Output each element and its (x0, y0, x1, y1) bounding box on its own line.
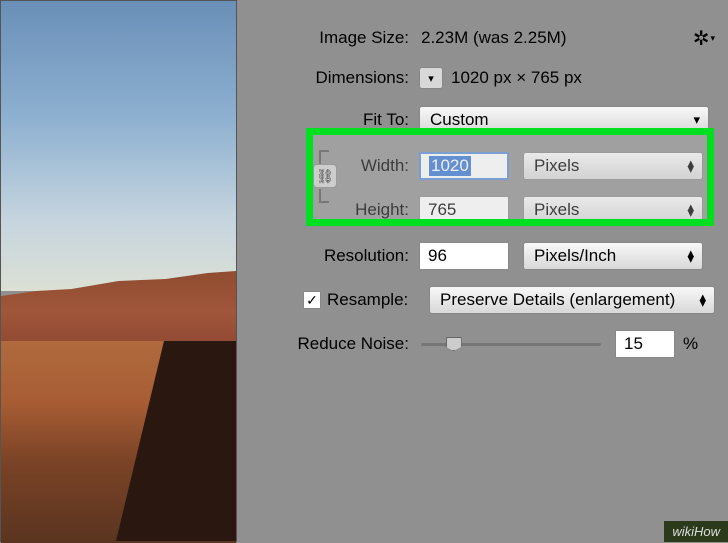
resample-label: Resample: (327, 290, 423, 310)
resolution-label: Resolution: (237, 246, 409, 266)
image-preview (0, 0, 237, 542)
dimensions-label: Dimensions: (237, 68, 409, 88)
width-unit-select[interactable]: Pixels (523, 152, 703, 180)
resolution-unit-select[interactable]: Pixels/Inch (523, 242, 703, 270)
image-size-value: 2.23M (was 2.25M) (421, 28, 567, 48)
fit-to-value: Custom (430, 110, 489, 130)
settings-gear-icon[interactable]: ✲ (693, 26, 714, 51)
image-size-label: Image Size: (237, 28, 409, 48)
dimensions-unit-dropdown[interactable]: ▾ (419, 67, 443, 89)
link-bracket-icon (319, 189, 329, 203)
width-value: 1020 (429, 156, 471, 176)
resolution-input[interactable]: 96 (419, 242, 509, 270)
reduce-noise-slider[interactable] (421, 334, 601, 354)
height-unit-select[interactable]: Pixels (523, 196, 703, 224)
percent-label: % (683, 334, 698, 354)
fit-to-label: Fit To: (237, 110, 409, 130)
link-bracket-icon (319, 150, 329, 164)
fit-to-select[interactable]: Custom (419, 106, 709, 134)
reduce-noise-label: Reduce Noise: (237, 334, 409, 354)
dimensions-value: 1020 px × 765 px (451, 68, 582, 88)
height-label: Height: (237, 200, 409, 220)
width-input[interactable]: 1020 (419, 152, 509, 180)
resample-checkbox[interactable]: ✓ (303, 291, 321, 309)
height-value: 765 (428, 200, 456, 220)
height-input[interactable]: 765 (419, 196, 509, 224)
watermark: wikiHow (664, 521, 728, 542)
resample-select[interactable]: Preserve Details (enlargement) (429, 286, 715, 314)
image-size-panel: ✲ Image Size: 2.23M (was 2.25M) Dimensio… (237, 0, 728, 542)
reduce-noise-input[interactable]: 15 (615, 330, 675, 358)
resolution-value: 96 (428, 246, 447, 266)
constrain-proportions-icon[interactable]: ⛓ (313, 164, 337, 188)
